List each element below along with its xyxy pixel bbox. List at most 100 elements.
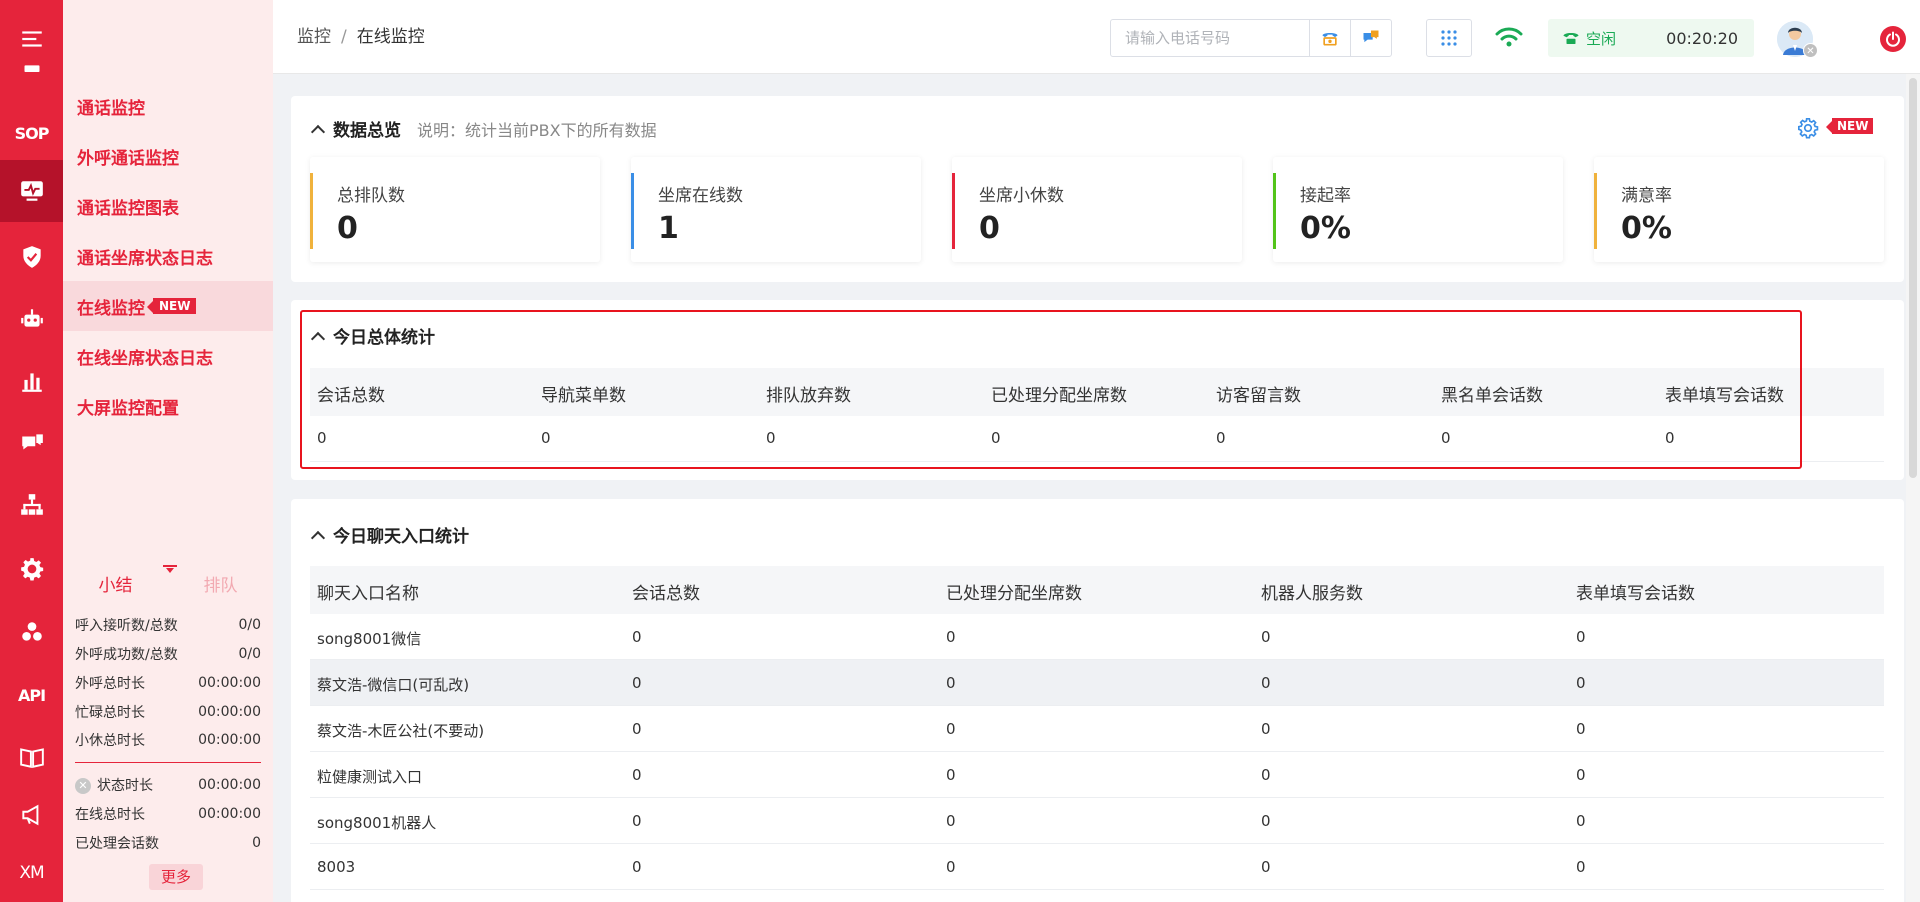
- entry-stats-section-title[interactable]: 今日聊天入口统计: [310, 522, 469, 547]
- row-divider: [310, 797, 1884, 798]
- status-timer: 00:20:20: [1666, 28, 1738, 48]
- phone-input[interactable]: [1110, 19, 1310, 57]
- avatar[interactable]: ✕: [1777, 21, 1818, 58]
- grid-icon: [1441, 30, 1457, 46]
- left-icon-rail: SOP API XM: [0, 0, 63, 902]
- card-icon[interactable]: [0, 52, 63, 82]
- kpi-card: 总排队数 0: [310, 157, 600, 262]
- stat-label-text: 状态时长: [97, 777, 153, 794]
- submenu-item-call-monitor[interactable]: 通话监控: [63, 81, 273, 131]
- table-cell: 0: [946, 766, 956, 784]
- kpi-value: 0: [337, 211, 358, 246]
- kpi-label: 满意率: [1621, 186, 1672, 206]
- kpi-value: 1: [658, 211, 679, 246]
- stat-value: 0: [252, 834, 261, 851]
- sop-icon[interactable]: SOP: [0, 104, 63, 162]
- stat-row: 呼入接听数/总数 0/0: [75, 610, 261, 639]
- scrollbar-thumb[interactable]: [1909, 78, 1917, 478]
- stat-label: 呼入接听数/总数: [75, 617, 178, 634]
- kpi-accent-bar: [1594, 173, 1597, 249]
- monitor-icon[interactable]: [0, 160, 63, 222]
- kpi-label: 坐席小休数: [979, 186, 1064, 206]
- submenu-item-online-agent-log[interactable]: 在线坐席状态日志: [63, 331, 273, 381]
- submenu-item-call-agent-log[interactable]: 通话坐席状态日志: [63, 231, 273, 281]
- submenu-item-call-chart[interactable]: 通话监控图表: [63, 181, 273, 231]
- stat-value: 00:00:00: [198, 731, 261, 748]
- vertical-scrollbar[interactable]: [1906, 74, 1920, 902]
- section-description: 说明：统计当前PBX下的所有数据: [417, 120, 657, 140]
- table-cell: 粒健康测试入口: [317, 768, 423, 786]
- settings-icon[interactable]: [1797, 117, 1819, 139]
- row-hover-highlight: [310, 660, 1884, 706]
- table-cell: song8001机器人: [317, 814, 437, 832]
- stat-value: 0/0: [238, 616, 261, 633]
- stat-value: 00:00:00: [198, 776, 261, 793]
- new-badge: NEW: [1825, 118, 1874, 134]
- kpi-label: 坐席在线数: [658, 186, 743, 206]
- table-cell: 0: [1261, 812, 1271, 830]
- section-title: 数据总览: [333, 121, 401, 141]
- kpi-accent-bar: [1273, 173, 1276, 249]
- breadcrumb-separator: /: [341, 27, 347, 47]
- stat-row: 外呼成功数/总数 0/0: [75, 639, 261, 668]
- table-cell: 0: [1576, 628, 1586, 646]
- message-button[interactable]: [1350, 19, 1392, 57]
- dial-button[interactable]: [1309, 19, 1351, 57]
- row-divider: [310, 705, 1884, 706]
- stat-value: 00:00:00: [198, 703, 261, 720]
- table-cell: 0: [946, 858, 956, 876]
- org-icon[interactable]: [0, 476, 63, 534]
- stat-label: 小休总时长: [75, 732, 145, 749]
- stat-label: 外呼总时长: [75, 675, 145, 692]
- stat-row: 小休总时长 00:00:00: [75, 725, 261, 754]
- table-cell: 0: [1576, 766, 1586, 784]
- table-cell: 0: [1576, 720, 1586, 738]
- column-header: 会话总数: [632, 584, 700, 604]
- stat-value: 00:00:00: [198, 674, 261, 691]
- stat-row: 忙碌总时长 00:00:00: [75, 697, 261, 726]
- gear-icon[interactable]: [0, 540, 63, 598]
- book-icon[interactable]: [0, 728, 63, 786]
- breadcrumb: 监控 / 在线监控: [297, 22, 425, 47]
- tab-queue[interactable]: 排队: [168, 570, 273, 602]
- row-divider: [310, 659, 1884, 660]
- table-cell: 0: [632, 858, 642, 876]
- submenu-item-screen-config[interactable]: 大屏监控配置: [63, 381, 273, 431]
- submenu-item-online-monitor[interactable]: 在线监控 NEW: [63, 281, 273, 331]
- shield-icon[interactable]: [0, 228, 63, 286]
- stat-label: ✕ 状态时长: [75, 775, 153, 795]
- xm-icon[interactable]: XM: [0, 844, 63, 902]
- table-cell: 0: [946, 720, 956, 738]
- submenu-item-label: 在线坐席状态日志: [77, 348, 213, 369]
- phone-icon: [1322, 33, 1338, 46]
- table-cell: 0: [632, 720, 642, 738]
- row-divider: [310, 843, 1884, 844]
- table-cell: 0: [1261, 674, 1271, 692]
- table-cell: 0: [632, 674, 642, 692]
- table-cell: 0: [632, 628, 642, 646]
- chart-icon[interactable]: [0, 352, 63, 410]
- modules-icon[interactable]: [0, 603, 63, 661]
- dialpad-button[interactable]: [1426, 19, 1472, 57]
- chat-icon[interactable]: [0, 414, 63, 472]
- power-button[interactable]: [1880, 26, 1906, 52]
- chevron-up-icon: [310, 124, 326, 139]
- breadcrumb-parent[interactable]: 监控: [297, 27, 331, 47]
- robot-icon[interactable]: [0, 290, 63, 348]
- agent-status-label: 空闲: [1586, 29, 1617, 48]
- kpi-card: 坐席小休数 0: [952, 157, 1242, 262]
- breadcrumb-current: 在线监控: [356, 27, 425, 47]
- stat-row: 在线总时长 00:00:00: [75, 799, 261, 828]
- stat-label: 外呼成功数/总数: [75, 646, 178, 663]
- submenu-item-outbound-monitor[interactable]: 外呼通话监控: [63, 131, 273, 181]
- overview-section-title[interactable]: 数据总览 说明：统计当前PBX下的所有数据: [310, 116, 657, 141]
- api-icon[interactable]: API: [0, 666, 63, 724]
- table-cell: 0: [1261, 858, 1271, 876]
- tab-summary[interactable]: 小结: [63, 570, 168, 602]
- top-header: 监控 / 在线监控 空闲 00:20:20 ✕: [273, 0, 1920, 74]
- kpi-label: 总排队数: [337, 186, 405, 206]
- agent-status[interactable]: 空闲 00:20:20: [1548, 19, 1754, 57]
- more-button[interactable]: 更多: [149, 864, 203, 890]
- megaphone-icon[interactable]: [0, 786, 63, 844]
- table-cell: 0: [1261, 628, 1271, 646]
